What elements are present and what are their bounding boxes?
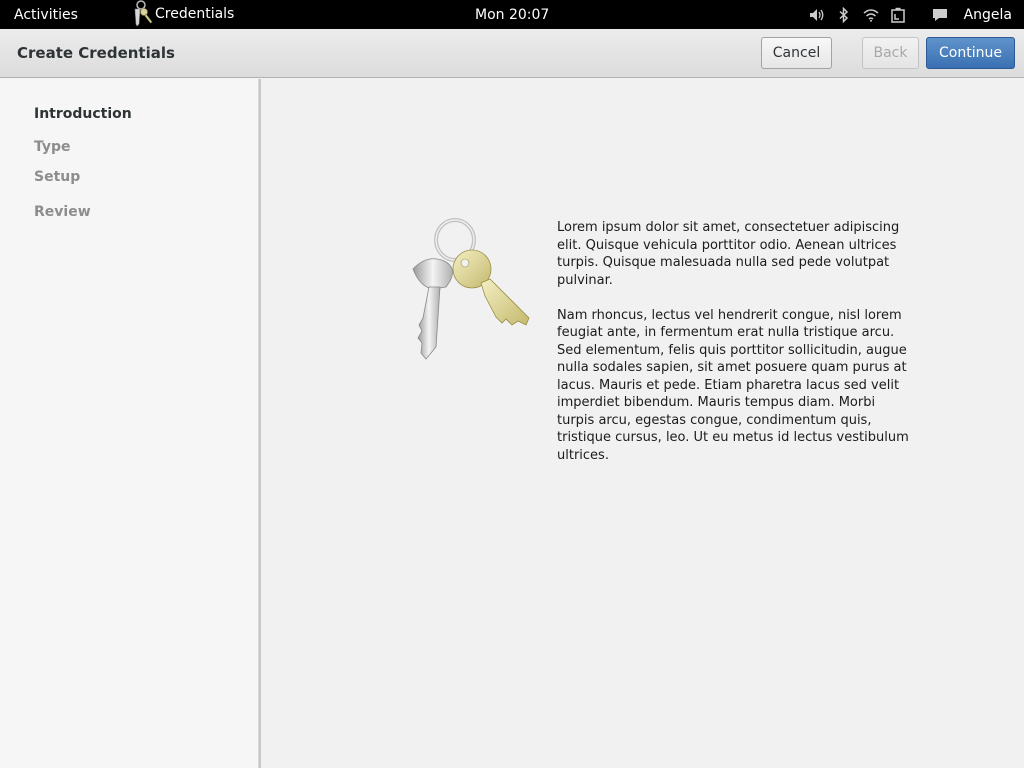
bluetooth-icon[interactable] [835,6,853,24]
wifi-icon[interactable] [862,6,880,24]
top-panel: Activities Credentials Mon 20:07 Angela [0,0,1024,29]
step-introduction: Introduction [34,106,132,122]
intro-text: Lorem ipsum dolor sit amet, consectetuer… [557,219,909,482]
header-bar: Create Credentials Cancel Back Continue [0,29,1024,78]
back-button[interactable]: Back [862,37,919,69]
battery-icon[interactable] [889,6,907,24]
app-menu[interactable]: Credentials [128,0,234,29]
intro-paragraph-1: Lorem ipsum dolor sit amet, consectetuer… [557,220,900,288]
step-type: Type [34,139,71,155]
status-area[interactable]: Angela [808,0,1024,29]
step-review: Review [34,204,91,220]
cancel-button[interactable]: Cancel [761,37,832,69]
clock[interactable]: Mon 20:07 [475,7,549,23]
step-setup: Setup [34,169,81,185]
dialog-title: Create Credentials [17,44,175,62]
activities-button[interactable]: Activities [14,7,78,23]
main-content: Lorem ipsum dolor sit amet, consectetuer… [261,79,1024,768]
chat-icon[interactable] [931,6,949,24]
user-menu[interactable]: Angela [964,7,1012,23]
steps-sidebar: Introduction Type Setup Review [0,79,258,768]
continue-button[interactable]: Continue [926,37,1015,69]
app-name: Credentials [155,5,235,22]
volume-icon[interactable] [808,6,826,24]
keys-icon [402,217,537,362]
keys-app-icon [128,0,154,29]
intro-paragraph-2: Nam rhoncus, lectus vel hendrerit congue… [557,307,909,463]
